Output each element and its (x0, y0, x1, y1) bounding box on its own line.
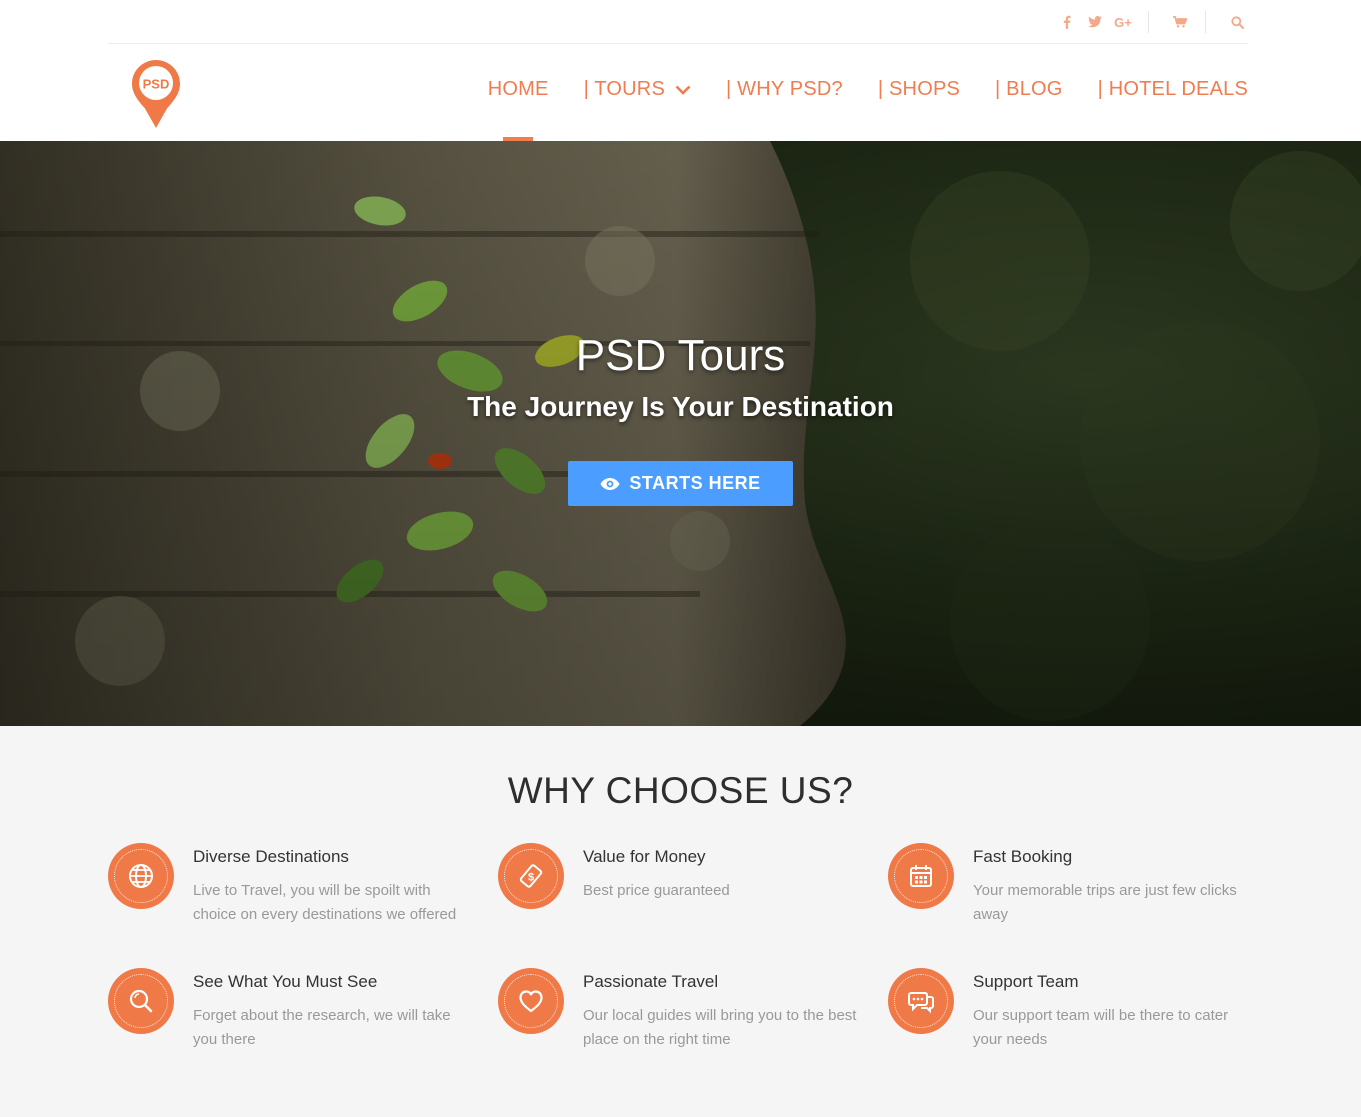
main-navbar: PSD HOME | TOURS | WHY PSD? | SHOPS | BL… (0, 44, 1361, 141)
top-utility-inner: G+ (108, 0, 1248, 44)
starts-here-button[interactable]: STARTS HERE (568, 461, 793, 506)
starts-here-label: STARTS HERE (629, 473, 761, 493)
calendar-icon (888, 843, 954, 909)
feature-title: Value for Money (583, 847, 706, 866)
magnifier-icon (108, 968, 174, 1034)
nav-blog-label: | BLOG (995, 78, 1063, 100)
cart-icon[interactable] (1169, 12, 1191, 32)
hero-title: PSD Tours (575, 331, 786, 380)
facebook-icon[interactable] (1056, 12, 1078, 32)
why-choose-us-section: WHY CHOOSE US? Diverse Destinations Live… (0, 726, 1361, 1117)
nav-home[interactable]: HOME (488, 78, 549, 101)
nav-shops[interactable]: | SHOPS (878, 78, 960, 101)
hero-banner: PSD Tours The Journey Is Your Destinatio… (0, 141, 1361, 726)
social-links: G+ (1050, 11, 1248, 33)
nav-tours-label: | TOURS (583, 78, 665, 100)
nav-why-psd[interactable]: | WHY PSD? (726, 78, 843, 101)
feature-title: See What You Must See (193, 972, 378, 991)
nav-hotel-deals-label: | HOTEL DEALS (1097, 78, 1248, 100)
feature-passionate-travel: Passionate Travel Our local guides will … (498, 968, 868, 1068)
svg-text:$: $ (528, 872, 534, 884)
nav-home-label: HOME (487, 78, 549, 100)
feature-title: Fast Booking (973, 847, 1073, 866)
twitter-icon[interactable] (1084, 12, 1106, 32)
chevron-down-icon (675, 84, 691, 96)
section-title: WHY CHOOSE US? (507, 770, 854, 811)
hero-content: PSD Tours The Journey Is Your Destinatio… (0, 331, 1361, 506)
feature-see-what-you-must-see: See What You Must See Forget about the r… (108, 968, 478, 1068)
google-plus-icon[interactable]: G+ (1112, 12, 1134, 32)
divider (1205, 11, 1206, 33)
feature-description: Forget about the research, we will take … (193, 1007, 451, 1048)
feature-fast-booking: Fast Booking Your memorable trips are ju… (888, 843, 1258, 943)
heart-icon (498, 968, 564, 1034)
feature-description: Our support team will be there to cater … (973, 1007, 1229, 1048)
eye-icon (600, 477, 620, 491)
nav-blog[interactable]: | BLOG (995, 78, 1063, 101)
hero-subtitle: The Journey Is Your Destination (467, 391, 894, 422)
main-menu: HOME | TOURS | WHY PSD? | SHOPS | BLOG |… (453, 78, 1248, 101)
nav-shops-label: | SHOPS (877, 78, 961, 100)
feature-diverse-destinations: Diverse Destinations Live to Travel, you… (108, 843, 478, 943)
feature-value-for-money: $ Value for Money Best price guaranteed (498, 843, 868, 943)
nav-why-psd-label: | WHY PSD? (726, 78, 843, 100)
feature-title: Diverse Destinations (193, 847, 349, 866)
feature-support-team: Support Team Our support team will be th… (888, 968, 1258, 1068)
feature-description: Live to Travel, you will be spoilt with … (193, 882, 457, 923)
globe-icon (108, 843, 174, 909)
top-utility-bar: G+ (0, 0, 1361, 44)
divider (1148, 11, 1149, 33)
psd-logo[interactable]: PSD (130, 58, 182, 130)
feature-description: Best price guaranteed (583, 882, 730, 899)
money-tag-icon: $ (498, 843, 564, 909)
chat-bubbles-icon (888, 968, 954, 1034)
feature-description: Our local guides will bring you to the b… (583, 1007, 857, 1048)
svg-text:PSD: PSD (143, 77, 170, 92)
nav-tours[interactable]: | TOURS (584, 78, 691, 101)
feature-title: Passionate Travel (583, 972, 719, 991)
search-icon[interactable] (1226, 12, 1248, 32)
feature-title: Support Team (973, 972, 1079, 991)
feature-description: Your memorable trips are just few clicks… (973, 882, 1237, 923)
nav-hotel-deals[interactable]: | HOTEL DEALS (1098, 78, 1248, 101)
